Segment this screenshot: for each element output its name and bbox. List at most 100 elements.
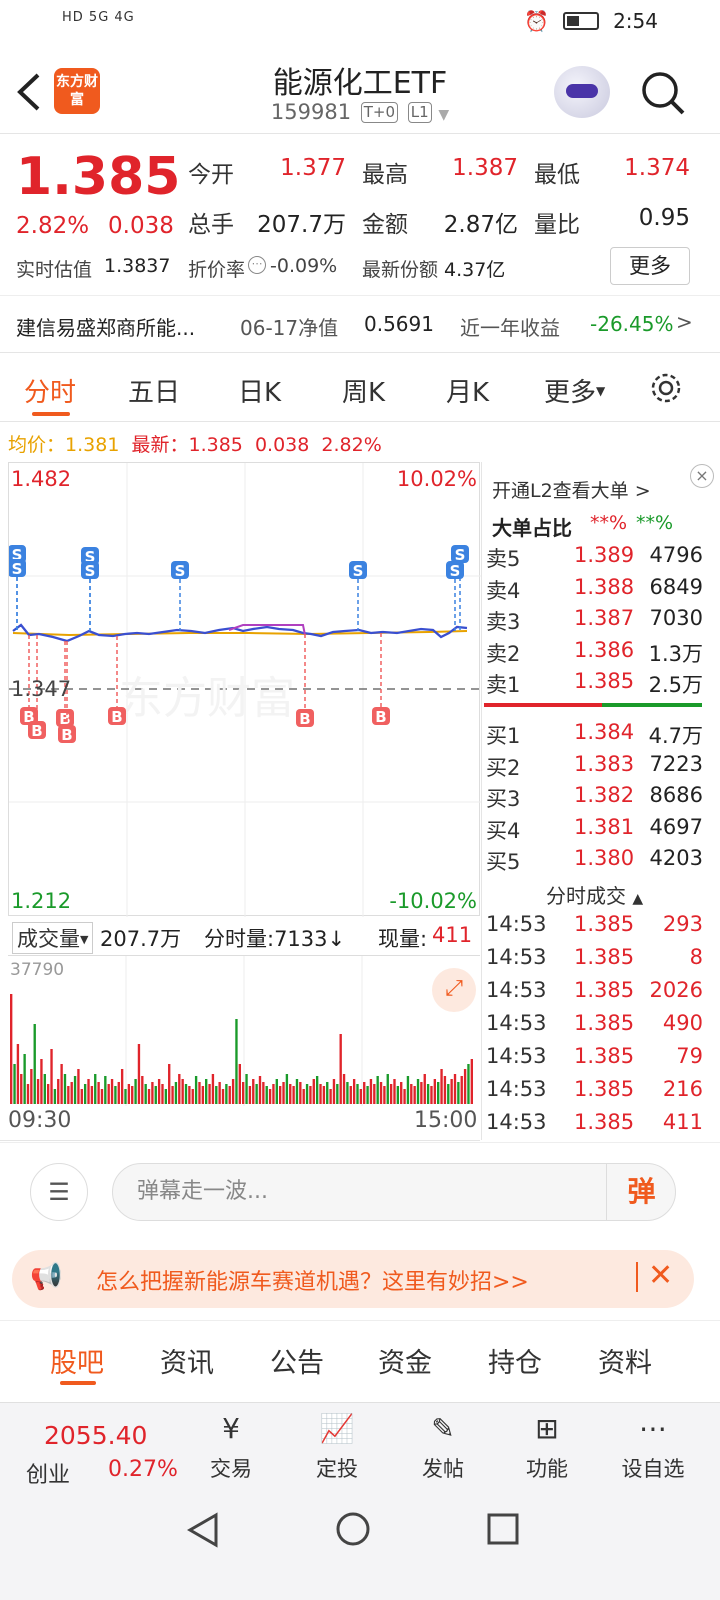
functions-label: 功能 (526, 1457, 568, 1481)
tab-announcements[interactable]: 公告 (270, 1341, 324, 1380)
nav-recents-icon[interactable] (486, 1512, 520, 1546)
asks-label: 卖4 (486, 578, 521, 603)
tab-forum[interactable]: 股吧 (50, 1341, 104, 1380)
buy-marker-label: B (61, 726, 72, 744)
add-watchlist-button[interactable]: ⋯ 设自选 (608, 1409, 698, 1483)
chevron-right-icon: > (676, 310, 693, 334)
volume-bar (463, 1069, 467, 1104)
volume-bar (366, 1086, 369, 1104)
volume-bar (242, 1082, 245, 1104)
volume-bar (356, 1084, 359, 1104)
danmu-settings-icon[interactable]: ☰ (30, 1163, 88, 1221)
trade-button[interactable]: ¥ 交易 (186, 1409, 276, 1483)
volume-bar (87, 1079, 90, 1104)
dropdown-icon[interactable]: ▼ (438, 107, 449, 123)
volume-bar (440, 1069, 443, 1104)
volume-bar (30, 1069, 33, 1104)
volume-bar (144, 1084, 147, 1104)
tplus0-tag: T+0 (360, 102, 399, 123)
signal-icons: HD 5G 4G (62, 10, 135, 25)
volume-bar (376, 1076, 379, 1104)
danmu-input[interactable]: 弹幕走一波... (112, 1163, 676, 1221)
expand-icon[interactable]: ⤢ (432, 968, 476, 1012)
ticks-time: 14:53 (486, 1077, 547, 1101)
tab-profile[interactable]: 资料 (598, 1341, 652, 1380)
fixed-invest-button[interactable]: 📈 定投 (292, 1409, 382, 1483)
volume-bar (13, 1064, 16, 1104)
header: 东方财富 能源化工ETF 159981 T+0 L1 ▼ (0, 48, 720, 134)
volume-bar (36, 1079, 40, 1104)
bids-vol: 4697 (649, 814, 703, 839)
tab-more[interactable]: 更多▼ (544, 372, 605, 409)
intraday-chart[interactable]: 东方财富 SSSSSSSSBBBBBBB 1.482 10.02% 1.347 … (8, 462, 481, 917)
bid-ask-bar-red (484, 703, 602, 707)
volume-bar (70, 1082, 73, 1104)
tab-weekly[interactable]: 周K (342, 372, 385, 409)
volume-bar (194, 1076, 198, 1104)
asks-row: 卖1 1.385 2.5万 (482, 669, 720, 700)
bids-row: 买3 1.382 8686 (482, 783, 720, 814)
battery-icon (563, 12, 600, 30)
post-button[interactable]: ✎ 发帖 (398, 1409, 488, 1483)
volume-bar (336, 1084, 339, 1104)
tab-monthly[interactable]: 月K (446, 372, 489, 409)
avg-value: 1.381 (65, 434, 120, 456)
tab-intraday[interactable]: 分时 (24, 372, 76, 409)
l2-link[interactable]: 开通L2查看大单 > (492, 476, 651, 503)
asks-row: 卖5 1.389 4796 (482, 543, 720, 574)
ticks-row: 14:53 1.385 8 (482, 945, 720, 978)
volume-bar (63, 1074, 67, 1104)
high-label: 最高 (362, 162, 408, 188)
edit-icon: ✎ (431, 1412, 455, 1445)
tab-holdings[interactable]: 持仓 (488, 1341, 542, 1380)
close-icon[interactable]: × (690, 464, 714, 488)
danmu-toggle-button[interactable]: 弹 (606, 1164, 676, 1220)
search-icon[interactable] (640, 70, 686, 116)
promo-banner[interactable]: 📢 怎么把握新能源车赛道机遇？这里有妙招>> ✕ (12, 1250, 694, 1308)
nav-home-icon[interactable] (334, 1510, 372, 1548)
settings-gear-icon[interactable] (648, 370, 684, 406)
tab-capital[interactable]: 资金 (378, 1341, 432, 1380)
volume-bar (433, 1079, 437, 1104)
volume-bar (289, 1084, 292, 1104)
volume-bar (315, 1076, 319, 1104)
more-button[interactable]: 更多 (610, 247, 690, 285)
index-ticker[interactable]: 2055.40 创业 0.27% (0, 1403, 190, 1495)
bids-vol: 8686 (649, 783, 703, 807)
tab-news[interactable]: 资讯 (160, 1341, 214, 1380)
nav-back-icon[interactable] (186, 1512, 220, 1548)
volume-bar (349, 1086, 352, 1104)
asks-vol: 2.5万 (648, 673, 703, 697)
assistant-robot-icon[interactable] (554, 66, 610, 118)
volume-bar (396, 1086, 400, 1104)
volume-bar (178, 1074, 181, 1104)
tracked-fund-row[interactable]: 建信易盛郑商所能... 06-17净值 0.5691 近一年收益 -26.45%… (0, 295, 720, 353)
volume-selector[interactable]: 成交量▼ (12, 922, 94, 954)
ticks-time: 14:53 (486, 1044, 547, 1068)
stock-code: 159981 (270, 100, 352, 124)
tab-5day[interactable]: 五日 (128, 372, 180, 409)
bids-vol: 4203 (649, 846, 703, 870)
volume-bar (403, 1089, 406, 1104)
volume-bar (359, 1089, 363, 1104)
tab-daily[interactable]: 日K (238, 372, 281, 409)
close-icon[interactable]: ✕ (648, 1258, 673, 1293)
post-label: 发帖 (422, 1457, 464, 1481)
bids-price: 1.380 (574, 846, 635, 870)
volume-bar (154, 1086, 157, 1104)
volume-bar (470, 1059, 473, 1104)
volume-bar (211, 1074, 215, 1104)
asks-price: 1.386 (574, 637, 635, 662)
tab-more-label: 更多 (544, 378, 597, 408)
sell-marker-label: S (12, 560, 23, 578)
volume-bar (363, 1082, 366, 1104)
info-icon[interactable]: ⋯ (248, 256, 266, 274)
volume-bar (77, 1069, 80, 1104)
clock: 2:54 (613, 9, 658, 33)
ticks-row: 14:53 1.385 79 (482, 1044, 720, 1077)
sell-marker-label: S (450, 562, 461, 580)
functions-button[interactable]: ⊞ 功能 (502, 1409, 592, 1483)
volume-bar (443, 1076, 447, 1104)
volume-bar (117, 1082, 120, 1104)
bids-row: 买4 1.381 4697 (482, 815, 720, 846)
